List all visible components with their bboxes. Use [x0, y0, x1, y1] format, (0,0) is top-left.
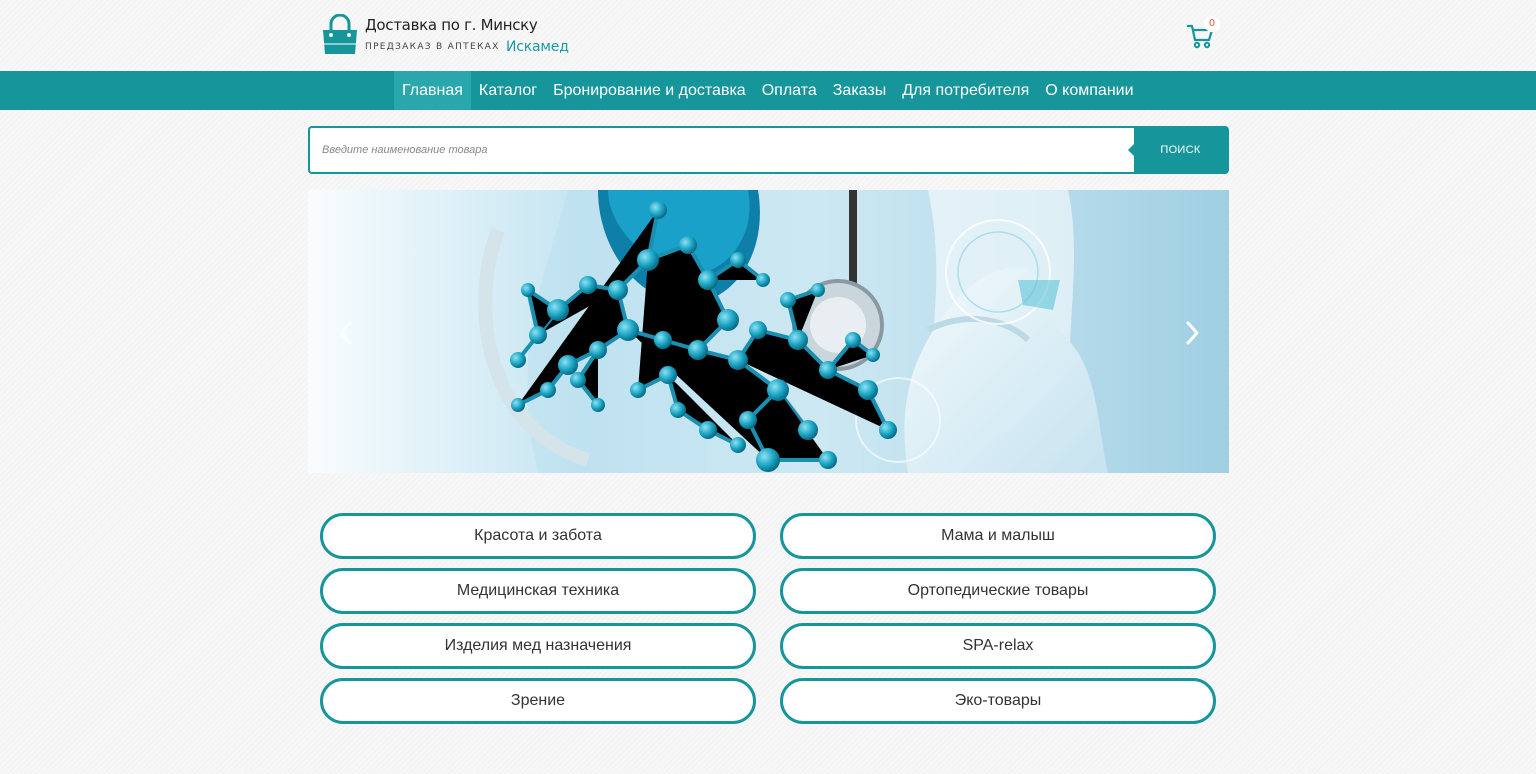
category-button[interactable]: Медицинская техника — [320, 568, 756, 614]
header: Доставка по г. Минску ПРЕДЗАКАЗ В АПТЕКА… — [0, 0, 1536, 71]
logo-tagline: ПРЕДЗАКАЗ В АПТЕКАХ Искамед — [365, 38, 569, 56]
nav-item[interactable]: О компании — [1037, 71, 1141, 110]
category-button[interactable]: SPA-relax — [780, 623, 1216, 669]
slider-next-button[interactable] — [1178, 318, 1206, 348]
logo-brand: Искамед — [506, 38, 569, 55]
nav-item[interactable]: Оплата — [754, 71, 825, 110]
main-nav: Главная Каталог Бронирование и доставка Опл… — [0, 71, 1536, 110]
search-bar: ПОИСК — [308, 126, 1229, 174]
category-button[interactable]: Зрение — [320, 678, 756, 724]
cart-count-badge: 0 — [1204, 16, 1220, 32]
banner-image — [308, 190, 1108, 473]
nav-menu: Главная Каталог Бронирование и доставка Опл… — [394, 71, 1142, 110]
hero-slider — [308, 190, 1229, 473]
chevron-right-icon — [1186, 321, 1199, 345]
search-button-arrow — [1128, 144, 1134, 156]
category-button[interactable]: Красота и забота — [320, 513, 756, 559]
category-button[interactable]: Ортопедические товары — [780, 568, 1216, 614]
category-button[interactable]: Мама и малыш — [780, 513, 1216, 559]
category-button[interactable]: Изделия мед назначения — [320, 623, 756, 669]
nav-item[interactable]: Главная — [394, 71, 471, 110]
chevron-left-icon — [339, 321, 352, 345]
logo-title: Доставка по г. Минску — [365, 16, 538, 34]
search-input[interactable] — [310, 128, 1135, 172]
slider-prev-button[interactable] — [332, 318, 360, 348]
category-button[interactable]: Эко-товары — [780, 678, 1216, 724]
nav-item[interactable]: Бронирование и доставка — [545, 71, 754, 110]
search-button[interactable]: ПОИСК — [1128, 128, 1227, 172]
cart-button[interactable]: 0 — [1186, 16, 1220, 52]
nav-item[interactable]: Заказы — [825, 71, 894, 110]
shopping-bag-icon — [323, 14, 357, 54]
search-button-label: ПОИСК — [1160, 144, 1201, 156]
nav-item[interactable]: Каталог — [471, 71, 545, 110]
nav-item[interactable]: Для потребителя — [894, 71, 1037, 110]
logo-subtitle: ПРЕДЗАКАЗ В АПТЕКАХ — [365, 41, 500, 52]
